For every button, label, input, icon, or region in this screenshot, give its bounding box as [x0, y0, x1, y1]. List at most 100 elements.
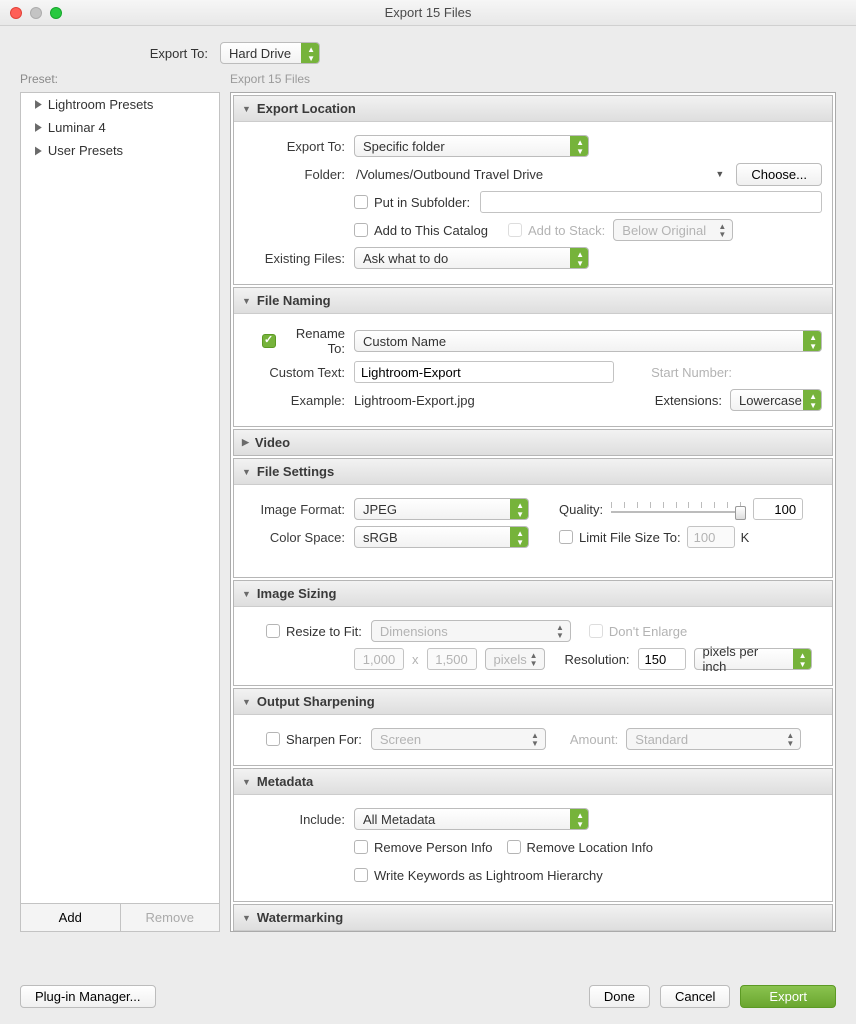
- resolution-input[interactable]: [638, 648, 686, 670]
- chevron-updown-icon: ▲▼: [531, 732, 539, 748]
- panel-header[interactable]: ▼Metadata: [234, 769, 832, 795]
- custom-text-input[interactable]: [354, 361, 614, 383]
- width-input: [354, 648, 404, 670]
- chevron-updown-icon: ▲▼: [809, 333, 817, 351]
- export-to-folder-select[interactable]: Specific folder▲▼: [354, 135, 589, 157]
- color-space-label: Color Space:: [244, 530, 354, 545]
- extensions-label: Extensions:: [655, 393, 730, 408]
- panel-header[interactable]: ▼Image Sizing: [234, 581, 832, 607]
- example-filename: Lightroom-Export.jpg: [354, 393, 475, 408]
- panel-header[interactable]: ▼Watermarking: [234, 905, 832, 931]
- titlebar: Export 15 Files: [0, 0, 856, 26]
- limit-filesize-checkbox[interactable]: [559, 530, 573, 544]
- preset-item[interactable]: ▶ User Presets: [21, 139, 219, 162]
- panel-title: Output Sharpening: [257, 694, 375, 709]
- sharpen-for-checkbox[interactable]: [266, 732, 280, 746]
- metadata-include-select[interactable]: All Metadata▲▼: [354, 808, 589, 830]
- sharpen-for-label: Sharpen For:: [286, 732, 371, 747]
- export-to-folder-label: Export To:: [244, 139, 354, 154]
- select-value: sRGB: [363, 530, 398, 545]
- panel-header[interactable]: ▼ Output Sharpening: [234, 689, 832, 715]
- panel-title: File Settings: [257, 464, 334, 479]
- remove-person-label: Remove Person Info: [374, 840, 493, 855]
- panel-header[interactable]: ▼ Export Location: [234, 96, 832, 122]
- folder-path: /Volumes/Outbound Travel Drive: [354, 167, 703, 182]
- rename-template-select[interactable]: Custom Name▲▼: [354, 330, 822, 352]
- chevron-right-icon: ▶: [35, 97, 42, 111]
- panel-title: Metadata: [257, 774, 313, 789]
- footer: Plug-in Manager... Done Cancel Export: [0, 969, 856, 1024]
- chevron-down-icon: ▼: [242, 913, 251, 923]
- resize-to-fit-checkbox[interactable]: [266, 624, 280, 638]
- select-value: Ask what to do: [363, 251, 448, 266]
- limit-filesize-unit: K: [741, 530, 750, 545]
- remove-person-checkbox[interactable]: [354, 840, 368, 854]
- dont-enlarge-label: Don't Enlarge: [609, 624, 687, 639]
- quality-slider[interactable]: [611, 500, 741, 518]
- image-format-select[interactable]: JPEG ▲▼: [354, 498, 529, 520]
- image-format-label: Image Format:: [244, 502, 354, 517]
- panel-header[interactable]: ▶Video: [234, 430, 832, 455]
- export-to-select[interactable]: Hard Drive ▲▼: [220, 42, 320, 64]
- x-label: x: [404, 652, 427, 667]
- preset-item[interactable]: ▶ Luminar 4: [21, 116, 219, 139]
- existing-files-label: Existing Files:: [244, 251, 354, 266]
- extensions-select[interactable]: Lowercase▲▼: [730, 389, 822, 411]
- put-subfolder-checkbox[interactable]: [354, 195, 368, 209]
- preset-list[interactable]: ▶Lightroom Presets ▶ Luminar 4 ▶ User Pres…: [20, 92, 220, 904]
- exporting-count-label: Export 15 Files: [230, 72, 836, 92]
- color-space-select[interactable]: sRGB▲▼: [354, 526, 529, 548]
- chevron-updown-icon: ▲▼: [809, 392, 817, 410]
- metadata-include-label: Include:: [244, 812, 354, 827]
- preset-item-label: Luminar 4: [48, 120, 106, 135]
- choose-folder-button[interactable]: Choose...: [736, 163, 822, 186]
- rename-to-checkbox[interactable]: [262, 334, 276, 348]
- chevron-updown-icon: ▲▼: [530, 652, 538, 668]
- resolution-unit-select[interactable]: pixels per inch▲▼: [694, 648, 812, 670]
- add-preset-button[interactable]: Add: [21, 904, 120, 931]
- panel-header[interactable]: ▼ File Settings: [234, 459, 832, 485]
- export-button[interactable]: Export: [740, 985, 836, 1008]
- select-value: Below Original: [622, 223, 706, 238]
- preset-item-label: User Presets: [48, 143, 123, 158]
- export-to-bar: Export To: Hard Drive ▲▼: [0, 26, 856, 72]
- select-value: Specific folder: [363, 139, 445, 154]
- add-stack-label: Add to Stack:: [528, 223, 605, 238]
- chevron-down-icon: ▼: [242, 296, 251, 306]
- preset-label: Preset:: [20, 72, 220, 92]
- chevron-right-icon: ▶: [35, 120, 42, 134]
- panel-title: Export Location: [257, 101, 356, 116]
- sharpen-for-select: Screen▲▼: [371, 728, 546, 750]
- existing-files-select[interactable]: Ask what to do▲▼: [354, 247, 589, 269]
- panel-header[interactable]: ▼ File Naming: [234, 288, 832, 314]
- chevron-down-icon: ▼: [242, 697, 251, 707]
- done-button[interactable]: Done: [589, 985, 650, 1008]
- preset-item[interactable]: ▶Lightroom Presets: [21, 93, 219, 116]
- panel-metadata: ▼Metadata Include: All Metadata▲▼ Remove…: [233, 768, 833, 902]
- panel-title: File Naming: [257, 293, 331, 308]
- subfolder-input[interactable]: [480, 191, 822, 213]
- chevron-down-icon: ▼: [242, 104, 251, 114]
- chevron-updown-icon: ▲▼: [516, 501, 524, 519]
- write-keywords-label: Write Keywords as Lightroom Hierarchy: [374, 868, 603, 883]
- size-unit-select: pixels▲▼: [485, 648, 545, 670]
- panel-file-naming: ▼File Naming Rename To: Custom Name▲▼ Cu…: [233, 287, 833, 427]
- stack-position-select: Below Original▲▼: [613, 219, 733, 241]
- chevron-down-icon: ▼: [242, 467, 251, 477]
- remove-location-checkbox[interactable]: [507, 840, 521, 854]
- panel-file-settings: ▼File Settings Image Format: JPEG▲▼ Qual…: [233, 458, 833, 578]
- chevron-right-icon: ▶: [35, 143, 42, 157]
- chevron-updown-icon: ▲▼: [799, 651, 807, 669]
- cancel-button[interactable]: Cancel: [660, 985, 730, 1008]
- quality-input[interactable]: [753, 498, 803, 520]
- panel-title: Video: [255, 435, 290, 450]
- settings-panels: ▼ Export Location Export To: Specific fol…: [230, 92, 836, 932]
- plugin-manager-button[interactable]: Plug-in Manager...: [20, 985, 156, 1008]
- write-keywords-checkbox[interactable]: [354, 868, 368, 882]
- add-catalog-checkbox[interactable]: [354, 223, 368, 237]
- panel-output-sharpening: ▼ Output Sharpening Sharpen For: Screen▲▼…: [233, 688, 833, 766]
- folder-dropdown-icon[interactable]: ▼: [709, 169, 730, 179]
- panel-watermarking: ▼Watermarking Watermark: Simple Copyrigh…: [233, 904, 833, 932]
- sharpen-amount-select: Standard▲▼: [626, 728, 801, 750]
- select-value: JPEG: [363, 502, 397, 517]
